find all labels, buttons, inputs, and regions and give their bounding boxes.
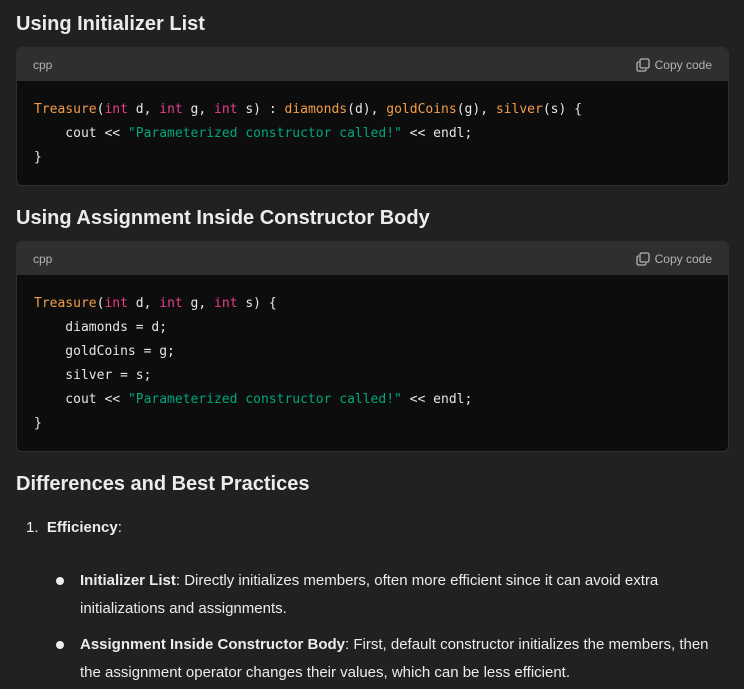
code-token: g, (182, 296, 215, 311)
copy-icon (635, 251, 650, 266)
code-token: diamonds = d; (34, 320, 168, 335)
bullet-dot (56, 577, 64, 585)
code-token: silver = s; (34, 368, 152, 383)
code-token: int (104, 102, 128, 117)
list-number: 1. (26, 519, 39, 536)
code-token: int (214, 102, 238, 117)
copy-code-button[interactable]: Copy code (635, 57, 712, 72)
bullet-item-assignment: Assignment Inside Constructor Body: Firs… (80, 631, 720, 687)
bullet-dot (56, 641, 64, 649)
code-token: Treasure (34, 102, 97, 117)
section-heading-assignment: Using Assignment Inside Constructor Body (16, 207, 430, 229)
code-header: cpp Copy code (17, 48, 728, 81)
code-token: silver (495, 102, 543, 117)
code-token: diamonds (284, 102, 348, 117)
section-heading-initializer-list: Using Initializer List (16, 13, 205, 35)
code-language-label: cpp (33, 57, 53, 72)
bullet-title: Assignment Inside Constructor Body (80, 636, 346, 653)
code-token: goldCoins (386, 102, 457, 117)
code-token: int (214, 296, 238, 311)
list-item-title: Efficiency (46, 519, 118, 536)
bullet-item-initializer-list: Initializer List: Directly initializes m… (80, 567, 720, 623)
code-header: cpp Copy code (17, 242, 728, 275)
code-block-initializer-list: cpp Copy code Treasure(int d, int g, int… (16, 47, 729, 186)
code-token: int (159, 296, 183, 311)
code-language-label: cpp (33, 251, 53, 266)
code-token: (s) { (542, 102, 582, 117)
code-token: << endl; (401, 392, 473, 407)
code-token: s) { (237, 296, 277, 311)
code-token: (d), (347, 102, 387, 117)
code-token: << endl; (401, 126, 473, 141)
code-token: Treasure (34, 296, 97, 311)
bullet-title: Initializer List (80, 572, 176, 589)
code-token: int (159, 102, 183, 117)
code-string: "Parameterized constructor called!" (127, 392, 402, 407)
code-string: "Parameterized constructor called!" (127, 126, 402, 141)
code-block-assignment: cpp Copy code Treasure(int d, int g, int… (16, 241, 729, 452)
list-item-colon: : (117, 519, 122, 536)
code-token: } (34, 416, 42, 431)
chat-page: Using Initializer List cpp Copy code Tre… (0, 0, 744, 689)
code-token: d, (127, 296, 160, 311)
copy-code-label: Copy code (654, 57, 712, 72)
numbered-item-efficiency: 1. Efficiency: (26, 519, 122, 536)
code-token: cout << (34, 392, 128, 407)
copy-icon (635, 57, 650, 72)
code-content: Treasure(int d, int g, int s) : diamonds… (17, 81, 728, 185)
code-token: g, (182, 102, 215, 117)
code-token: d, (127, 102, 160, 117)
code-content: Treasure(int d, int g, int s) { diamonds… (17, 275, 728, 451)
code-token: goldCoins = g; (34, 344, 175, 359)
copy-code-button[interactable]: Copy code (635, 251, 712, 266)
copy-code-label: Copy code (654, 251, 712, 266)
code-token: } (34, 150, 42, 165)
code-token: s) : (237, 102, 285, 117)
code-token: (g), (456, 102, 496, 117)
code-token: cout << (34, 126, 128, 141)
section-heading-differences: Differences and Best Practices (16, 473, 310, 495)
code-token: int (104, 296, 128, 311)
